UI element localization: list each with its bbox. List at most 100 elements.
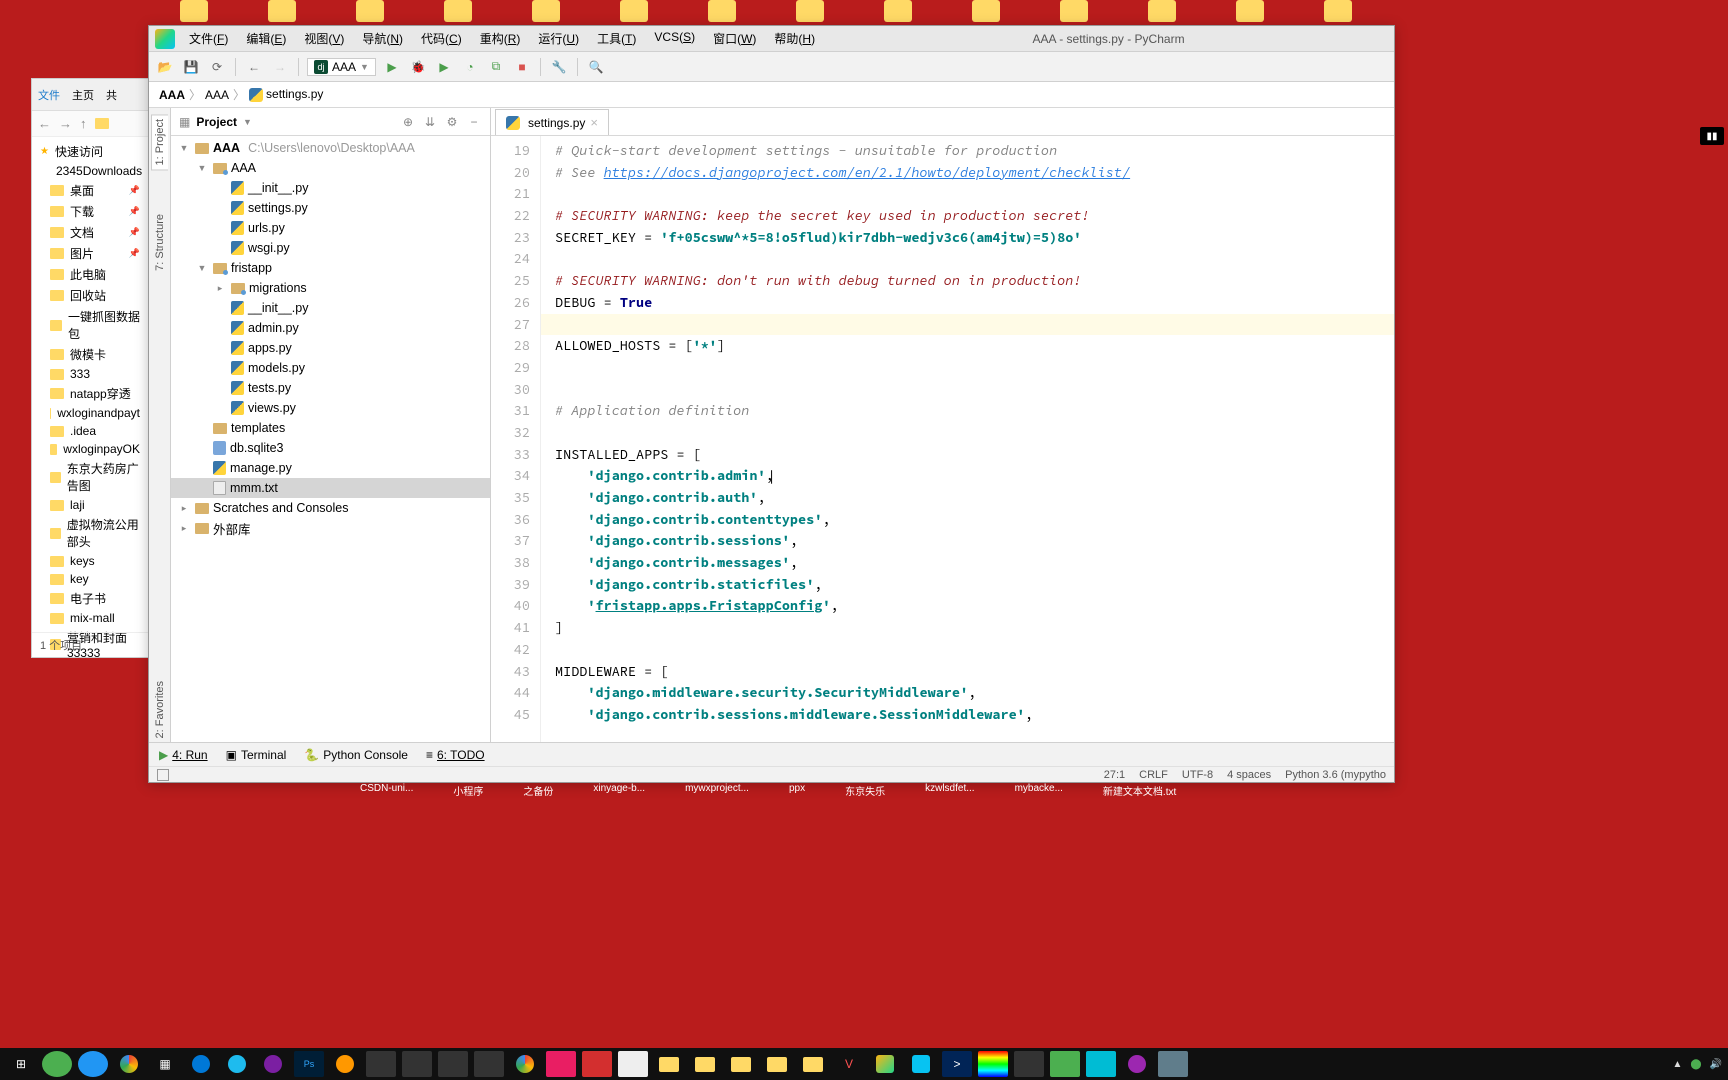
taskbar-app[interactable]: V — [834, 1051, 864, 1077]
tab-share[interactable]: 共 — [106, 87, 117, 103]
concurrent-icon[interactable]: ⧉ — [486, 57, 506, 77]
nav-item[interactable]: laji — [32, 496, 148, 514]
tree-node[interactable]: wsgi.py — [171, 238, 490, 258]
collapse-icon[interactable]: ⇊ — [422, 114, 438, 130]
tree-node[interactable]: manage.py — [171, 458, 490, 478]
nav-item[interactable]: key — [32, 570, 148, 588]
code-editor[interactable]: 1920212223242526272829303132333435363738… — [491, 136, 1394, 742]
menu-item[interactable]: VCS(S) — [646, 27, 703, 50]
nav-item[interactable]: natapp穿透 — [32, 383, 148, 404]
taskbar-app[interactable] — [618, 1051, 648, 1077]
nav-item[interactable]: 电子书 — [32, 588, 148, 609]
taskbar-chrome2[interactable] — [510, 1051, 540, 1077]
forward-icon[interactable]: → — [59, 116, 72, 131]
tool-tab-python-console[interactable]: 🐍Python Console — [304, 748, 408, 762]
nav-item[interactable]: 此电脑 — [32, 264, 148, 285]
tree-node[interactable]: ▸外部库 — [171, 518, 490, 538]
taskbar-folder[interactable] — [798, 1051, 828, 1077]
hide-icon[interactable]: − — [466, 114, 482, 130]
settings-gear-icon[interactable]: ⚙ — [444, 114, 460, 130]
coverage-icon[interactable]: ▶ — [434, 57, 454, 77]
project-tree[interactable]: ▼AAAC:\Users\lenovo\Desktop\AAA▼AAA __ini… — [171, 136, 490, 742]
folder-icon[interactable] — [1060, 0, 1088, 22]
tree-node[interactable]: ▸Scratches and Consoles — [171, 498, 490, 518]
tree-node[interactable]: apps.py — [171, 338, 490, 358]
editor-tab-settings[interactable]: settings.py × — [495, 109, 609, 135]
system-tray[interactable]: ▲ ⬤ 🔊 — [1672, 1059, 1722, 1070]
quick-access-root[interactable]: ★ 快速访问 — [32, 141, 148, 162]
taskbar-app[interactable] — [1158, 1051, 1188, 1077]
taskbar-app[interactable] — [1050, 1051, 1080, 1077]
taskbar-folder[interactable] — [690, 1051, 720, 1077]
menu-item[interactable]: 代码(C) — [413, 27, 470, 50]
back-icon[interactable]: ← — [244, 57, 264, 77]
nav-item[interactable]: 2345Downloads📌 — [32, 162, 148, 180]
tree-node[interactable]: tests.py — [171, 378, 490, 398]
taskbar-terminal[interactable] — [474, 1051, 504, 1077]
taskbar-photoshop[interactable]: Ps — [294, 1051, 324, 1077]
tree-node[interactable]: models.py — [171, 358, 490, 378]
tool-tab-terminal[interactable]: ▣Terminal — [226, 748, 287, 762]
status-toggle-icon[interactable] — [157, 769, 169, 781]
menu-item[interactable]: 文件(F) — [181, 27, 236, 50]
breadcrumb-item[interactable]: settings.py — [249, 87, 323, 102]
tool-tab-favorites[interactable]: 2: Favorites — [152, 677, 168, 742]
nav-item[interactable]: 333 — [32, 365, 148, 383]
tab-home[interactable]: 主页 — [72, 87, 94, 103]
tree-node[interactable]: __init__.py — [171, 298, 490, 318]
menu-item[interactable]: 工具(T) — [589, 27, 644, 50]
run-icon[interactable]: ▶ — [382, 57, 402, 77]
taskbar-terminal[interactable] — [438, 1051, 468, 1077]
nav-item[interactable]: wxloginandpayt — [32, 404, 148, 422]
code-content[interactable]: # Quick-start development settings - uns… — [541, 136, 1394, 742]
taskbar-app[interactable] — [1122, 1051, 1152, 1077]
folder-icon[interactable] — [1236, 0, 1264, 22]
taskbar-app[interactable] — [42, 1051, 72, 1077]
tree-node[interactable]: ▼fristapp — [171, 258, 490, 278]
tree-node[interactable]: urls.py — [171, 218, 490, 238]
menu-item[interactable]: 导航(N) — [354, 27, 411, 50]
search-icon[interactable]: 🔍 — [586, 57, 606, 77]
taskbar-app[interactable] — [1014, 1051, 1044, 1077]
taskbar-webstorm[interactable] — [906, 1051, 936, 1077]
refresh-icon[interactable]: ⟳ — [207, 57, 227, 77]
file-explorer-window[interactable]: 文件 主页 共 ← → ↑ ★ 快速访问 2345Downloads📌桌面📌下载… — [31, 78, 149, 658]
taskbar-app[interactable] — [78, 1051, 108, 1077]
nav-item[interactable]: keys — [32, 552, 148, 570]
taskbar-folder[interactable] — [762, 1051, 792, 1077]
open-icon[interactable]: 📂 — [155, 57, 175, 77]
run-config-selector[interactable]: dj AAA ▼ — [307, 58, 376, 76]
folder-icon[interactable] — [532, 0, 560, 22]
tool-tab-todo[interactable]: ≡6: TODO — [426, 748, 485, 762]
nav-item[interactable]: 图片📌 — [32, 243, 148, 264]
taskbar-app[interactable] — [582, 1051, 612, 1077]
tree-node[interactable]: ▼AAA — [171, 158, 490, 178]
indent-setting[interactable]: 4 spaces — [1227, 769, 1271, 781]
nav-item[interactable]: 文档📌 — [32, 222, 148, 243]
tree-node[interactable]: ▼AAAC:\Users\lenovo\Desktop\AAA — [171, 138, 490, 158]
taskbar-chrome[interactable] — [114, 1051, 144, 1077]
taskbar-app[interactable] — [330, 1051, 360, 1077]
taskbar-folder[interactable] — [654, 1051, 684, 1077]
breadcrumb-item[interactable]: AAA — [205, 88, 229, 102]
file-encoding[interactable]: UTF-8 — [1182, 769, 1213, 781]
taskbar-edge[interactable] — [186, 1051, 216, 1077]
locate-icon[interactable]: ⊕ — [400, 114, 416, 130]
stop-icon[interactable]: ■ — [512, 57, 532, 77]
folder-icon[interactable] — [180, 0, 208, 22]
folder-icon[interactable] — [620, 0, 648, 22]
breadcrumb-item[interactable]: AAA — [159, 88, 185, 102]
tab-file[interactable]: 文件 — [38, 87, 60, 103]
menu-item[interactable]: 帮助(H) — [766, 27, 823, 50]
start-button[interactable]: ⊞ — [6, 1051, 36, 1077]
taskbar-app[interactable] — [978, 1051, 1008, 1077]
recording-pause-button[interactable]: ▮▮ — [1700, 127, 1724, 145]
nav-item[interactable]: 微模卡 — [32, 344, 148, 365]
taskbar-powershell[interactable]: > — [942, 1051, 972, 1077]
tool-tab-structure[interactable]: 7: Structure — [152, 210, 168, 275]
menu-item[interactable]: 窗口(W) — [705, 27, 764, 50]
folder-icon[interactable] — [268, 0, 296, 22]
tree-node[interactable]: mmm.txt — [171, 478, 490, 498]
menu-item[interactable]: 视图(V) — [296, 27, 352, 50]
up-icon[interactable]: ↑ — [80, 116, 87, 131]
